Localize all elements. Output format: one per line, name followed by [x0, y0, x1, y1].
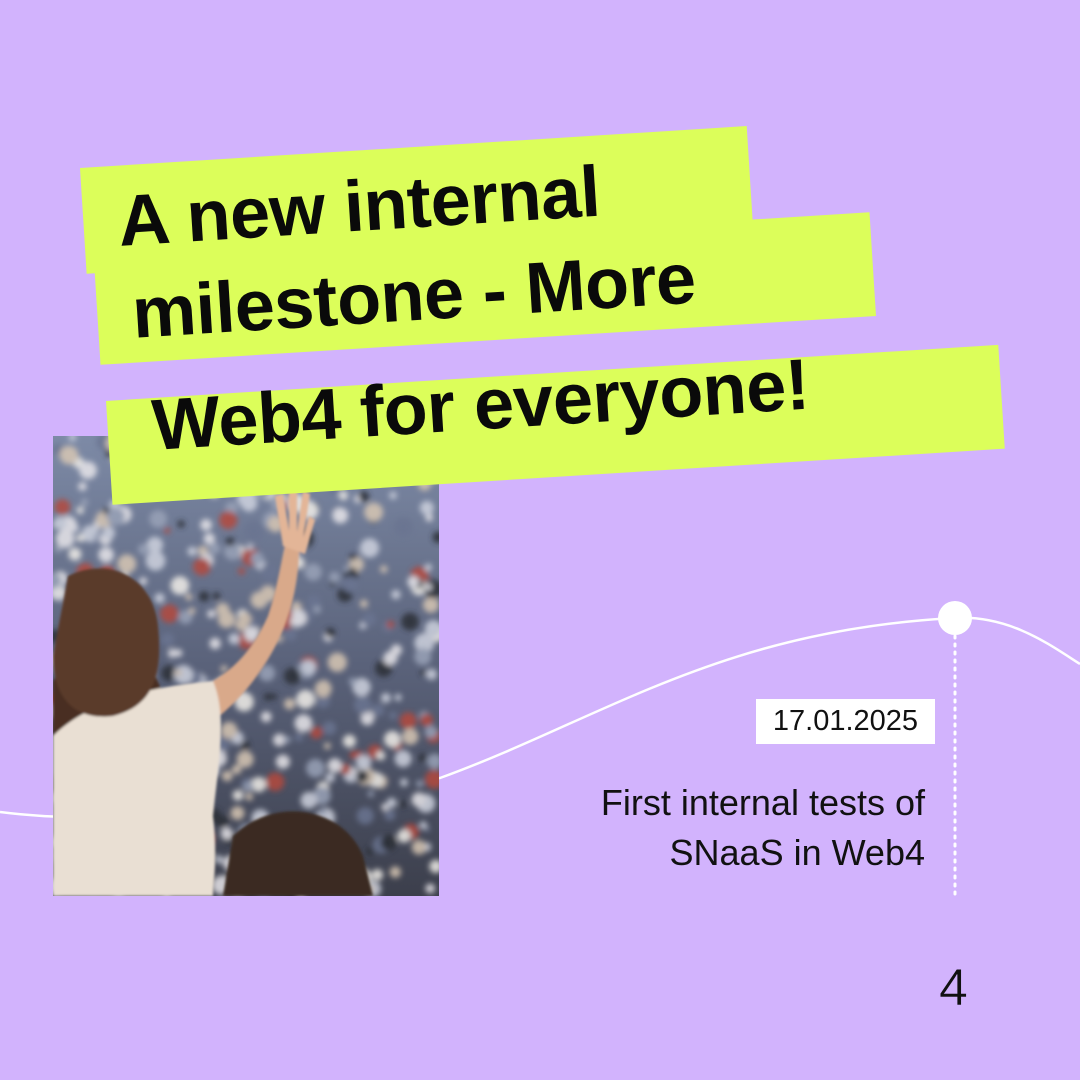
milestone-description-line-2: SNaaS in Web4 — [669, 832, 925, 873]
page-number: 4 — [939, 959, 969, 1017]
crowd-photo — [53, 436, 439, 896]
timeline-marker — [938, 601, 972, 635]
milestone-description-line-1: First internal tests of — [600, 782, 925, 823]
date-badge: 17.01.2025 — [756, 699, 935, 744]
milestone-description: First internal tests of SNaaS in Web4 — [601, 778, 925, 878]
